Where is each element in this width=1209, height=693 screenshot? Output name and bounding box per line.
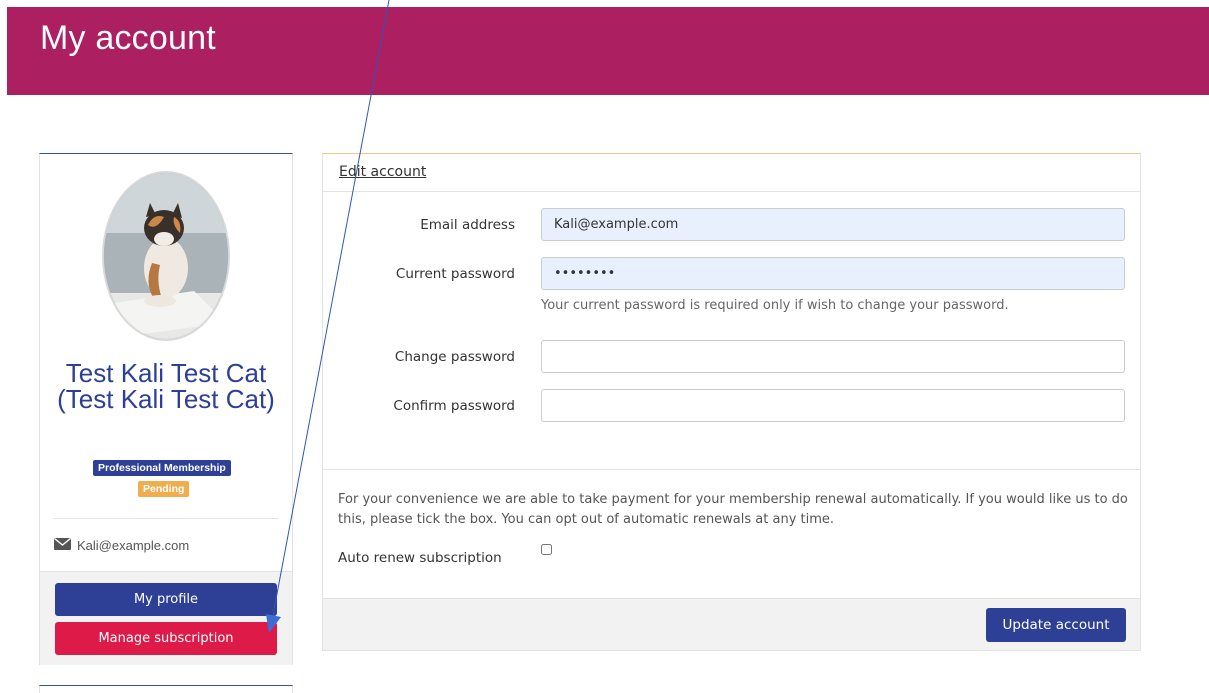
change-password-field[interactable] — [541, 340, 1125, 373]
change-password-label: Change password — [394, 349, 515, 365]
profile-name: Test Kali Test Cat (Test Kali Test Cat) — [57, 358, 275, 414]
profile-actions: My profile Manage subscription — [40, 571, 292, 665]
profile-email: Kali@example.com — [54, 537, 190, 553]
avatar — [102, 171, 230, 341]
email-field[interactable] — [541, 208, 1125, 241]
confirm-password-label: Confirm password — [393, 398, 515, 414]
status-badge: Pending — [138, 481, 190, 497]
auto-renew-description: For your convenience we are able to take… — [338, 492, 1128, 527]
envelope-icon — [54, 537, 71, 553]
profile-card: Test Kali Test Cat (Test Kali Test Cat) … — [39, 153, 293, 665]
edit-account-link[interactable]: Edit account — [339, 164, 426, 180]
next-card-edge — [39, 685, 293, 693]
membership-badge: Professional Membership — [93, 460, 231, 476]
confirm-password-field[interactable] — [541, 389, 1125, 422]
update-account-button[interactable]: Update account — [986, 608, 1126, 642]
page-title: My account — [40, 19, 216, 57]
email-label: Email address — [420, 217, 515, 233]
panel-footer: Update account — [323, 598, 1140, 650]
divider — [54, 518, 278, 519]
my-profile-button[interactable]: My profile — [55, 583, 277, 616]
manage-subscription-button[interactable]: Manage subscription — [55, 622, 277, 655]
edit-account-panel: Edit account Email address Current passw… — [322, 153, 1141, 651]
auto-renew-checkbox[interactable] — [541, 544, 552, 555]
divider — [323, 469, 1140, 470]
panel-heading: Edit account — [323, 154, 1140, 192]
auto-renew-label: Auto renew subscription — [338, 550, 502, 566]
current-password-label: Current password — [395, 266, 515, 282]
page-header: My account — [7, 7, 1209, 95]
current-password-help: Your current password is required only i… — [541, 298, 1009, 313]
profile-email-text: Kali@example.com — [77, 538, 190, 553]
current-password-field[interactable] — [541, 257, 1125, 290]
